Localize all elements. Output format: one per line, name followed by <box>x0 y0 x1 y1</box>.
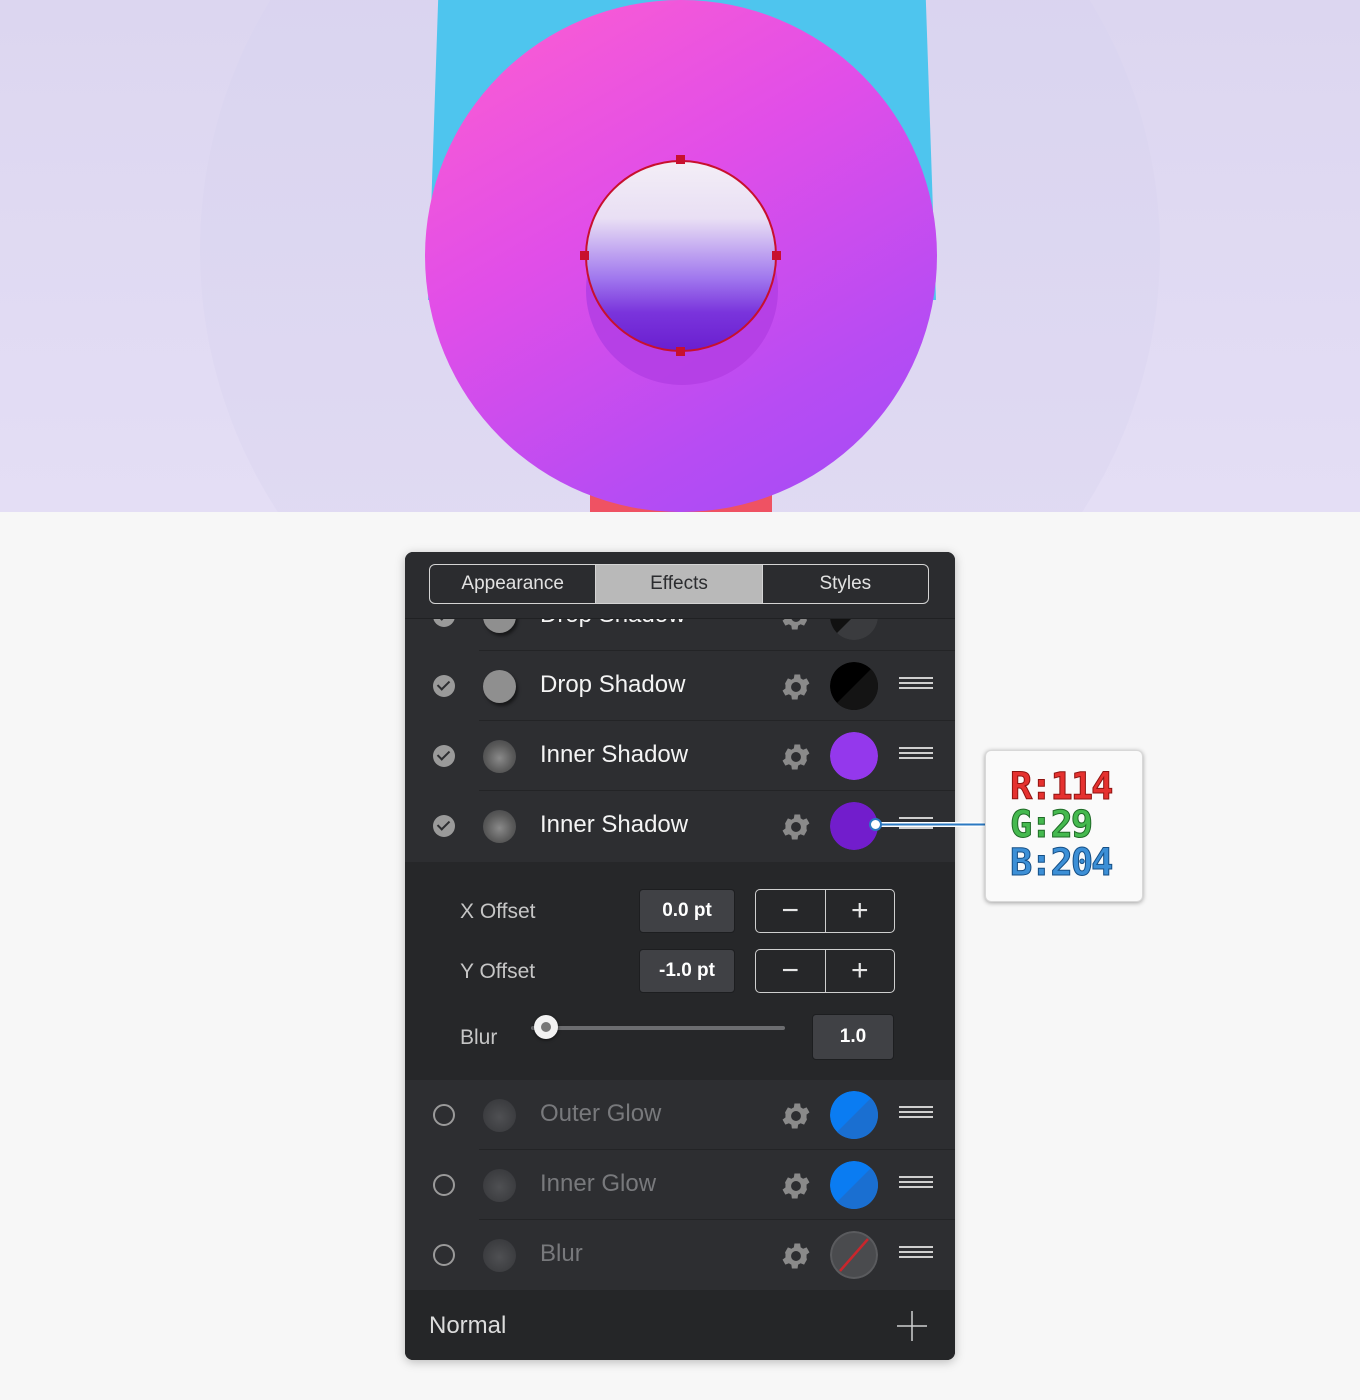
effect-row[interactable]: Outer Glow <box>405 1080 955 1150</box>
blue-value: B:204 <box>1009 841 1113 885</box>
effect-preview-icon <box>483 1239 516 1272</box>
gear-icon[interactable] <box>779 810 813 844</box>
no-color-swatch[interactable] <box>830 1231 878 1279</box>
tab-styles[interactable]: Styles <box>763 565 928 603</box>
segmented-tabs: Appearance Effects Styles <box>429 564 929 604</box>
gear-icon[interactable] <box>779 1099 813 1133</box>
selection-handle-bottom[interactable] <box>676 347 685 356</box>
gear-icon[interactable] <box>779 740 813 774</box>
selection-handle-top[interactable] <box>676 155 685 164</box>
effect-label: Blur <box>540 1240 583 1267</box>
color-swatch[interactable] <box>830 662 878 710</box>
add-effect-plus-icon[interactable] <box>895 1309 929 1343</box>
effect-row[interactable]: Inner Glow <box>405 1150 955 1220</box>
enable-checkbox[interactable] <box>433 815 455 837</box>
callout-anchor-dot <box>869 818 882 831</box>
callout-connector <box>875 822 987 827</box>
effect-row[interactable]: Drop Shadow <box>405 651 955 721</box>
effect-label: Inner Shadow <box>540 741 689 768</box>
plus-icon[interactable]: + <box>826 950 895 992</box>
gear-icon[interactable] <box>779 1169 813 1203</box>
green-value: G:29 <box>1009 803 1093 847</box>
panel-footer: Normal <box>405 1290 955 1360</box>
x-offset-stepper: − + <box>755 889 895 933</box>
enable-checkbox[interactable] <box>433 1174 455 1196</box>
gear-icon[interactable] <box>779 1239 813 1273</box>
effect-label: Outer Glow <box>540 1100 662 1127</box>
effect-label: Inner Glow <box>540 1170 657 1197</box>
blur-field[interactable]: 1.0 <box>812 1014 894 1060</box>
effect-row[interactable]: Inner Shadow <box>405 721 955 791</box>
tab-effects[interactable]: Effects <box>596 565 763 603</box>
color-swatch[interactable] <box>830 1161 878 1209</box>
effect-label: Inner Shadow <box>540 811 689 838</box>
effect-preview-icon <box>483 670 516 703</box>
enable-checkbox[interactable] <box>433 675 455 697</box>
effect-settings: X Offset 0.0 pt − + Y Offset -1.0 pt − +… <box>405 862 955 1080</box>
y-offset-label: Y Offset <box>460 960 536 983</box>
effect-preview-icon <box>483 740 516 773</box>
reorder-handle-icon[interactable] <box>899 747 933 761</box>
reorder-handle-icon[interactable] <box>899 677 933 691</box>
effects-panel: Appearance Effects Styles Drop Shadow Dr… <box>405 552 955 1360</box>
artboard-canvas[interactable] <box>0 0 1360 512</box>
reorder-handle-icon[interactable] <box>899 1176 933 1190</box>
selection-handle-left[interactable] <box>580 251 589 260</box>
effect-preview-icon <box>483 1169 516 1202</box>
enable-checkbox[interactable] <box>433 1244 455 1266</box>
blend-mode-selector[interactable]: Normal <box>429 1312 506 1340</box>
x-offset-field[interactable]: 0.0 pt <box>639 889 735 933</box>
panel-header: Appearance Effects Styles <box>405 552 955 619</box>
enable-checkbox[interactable] <box>433 1104 455 1126</box>
reorder-handle-icon[interactable] <box>899 1106 933 1120</box>
effect-preview-icon <box>483 810 516 843</box>
blur-label: Blur <box>460 1026 498 1049</box>
color-swatch[interactable] <box>830 1091 878 1139</box>
effect-row[interactable]: Blur <box>405 1220 955 1290</box>
effect-label: Drop Shadow <box>540 671 686 698</box>
x-offset-label: X Offset <box>460 900 536 923</box>
color-swatch[interactable] <box>830 732 878 780</box>
blur-slider-thumb[interactable] <box>534 1015 558 1039</box>
selection-handle-right[interactable] <box>772 251 781 260</box>
plus-icon[interactable]: + <box>826 890 895 932</box>
reorder-handle-icon[interactable] <box>899 1246 933 1260</box>
blur-slider-track[interactable] <box>531 1026 785 1030</box>
effect-preview-icon <box>483 1099 516 1132</box>
enable-checkbox[interactable] <box>433 745 455 767</box>
selected-ball-shape[interactable] <box>585 160 777 352</box>
minus-icon[interactable]: − <box>756 890 826 932</box>
minus-icon[interactable]: − <box>756 950 826 992</box>
gear-icon[interactable] <box>779 670 813 704</box>
y-offset-stepper: − + <box>755 949 895 993</box>
red-value: R:114 <box>1009 765 1113 809</box>
tab-appearance[interactable]: Appearance <box>430 565 597 603</box>
color-value-callout: R:114 G:29 B:204 <box>985 750 1143 902</box>
y-offset-field[interactable]: -1.0 pt <box>639 949 735 993</box>
